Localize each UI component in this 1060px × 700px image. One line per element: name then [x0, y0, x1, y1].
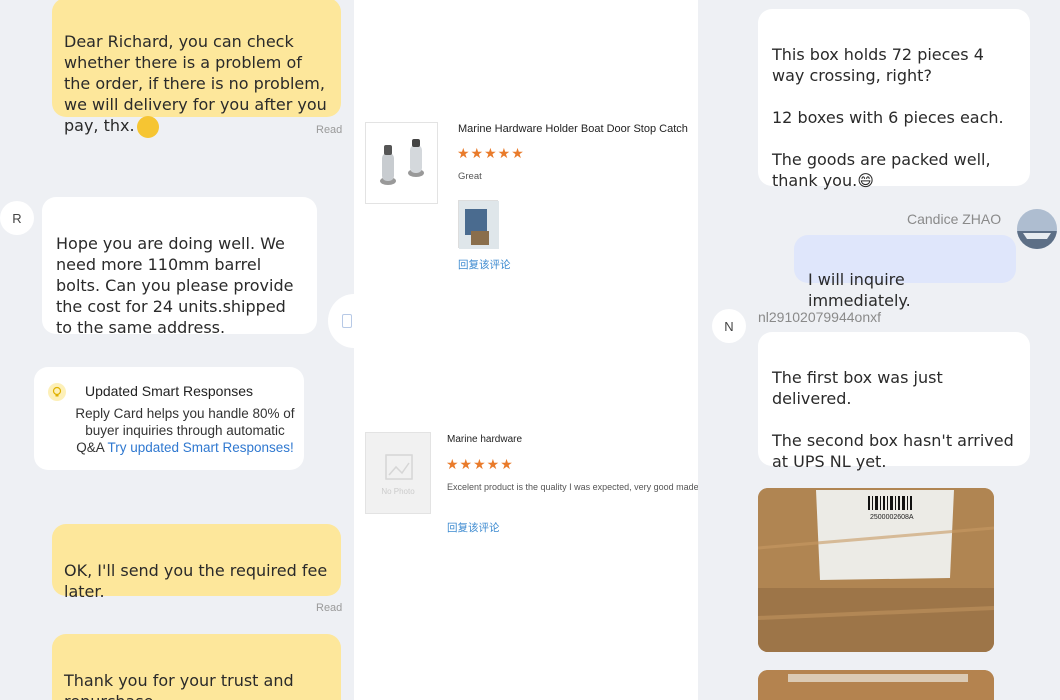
- package-label-code: 2500002608A: [870, 514, 914, 521]
- smirk-emoji-icon: [136, 115, 159, 138]
- avatar[interactable]: [1017, 209, 1057, 249]
- review-text: Great: [458, 171, 482, 182]
- avatar[interactable]: N: [712, 309, 746, 343]
- message-bubble-buyer: Hope you are doing well. We need more 11…: [42, 197, 317, 337]
- reviews-panel: Marine Hardware Holder Boat Door Stop Ca…: [354, 0, 698, 700]
- rating-stars: ★★★★★: [446, 456, 514, 472]
- message-text: Hope you are doing well. We need more 11…: [56, 234, 294, 337]
- message-bubble-seller: Dear Richard, you can check whether ther…: [52, 0, 341, 138]
- message-text: I will inquire immediately.: [808, 270, 911, 310]
- message-text: Thank you for your trust and repurchase.: [64, 671, 294, 700]
- left-chat-panel: Dear Richard, you can check whether ther…: [0, 0, 354, 700]
- try-smart-responses-link[interactable]: Try updated Smart Responses!: [107, 440, 293, 455]
- smart-responses-card[interactable]: Updated Smart Responses Reply Card helps…: [34, 367, 304, 470]
- message-text: This box holds 72 pieces 4 way crossing,…: [772, 45, 1004, 190]
- read-status: Read: [316, 124, 343, 136]
- package-photo[interactable]: 2500002608A: [758, 488, 994, 652]
- message-text: OK, I'll send you the required fee later…: [64, 561, 328, 601]
- sender-name: nl29102079944onxf: [758, 309, 882, 325]
- package-photo[interactable]: [758, 670, 994, 700]
- smart-responses-title: Updated Smart Responses: [84, 383, 254, 399]
- document-icon: [342, 314, 352, 328]
- sender-name: Candice ZHAO: [907, 211, 1002, 227]
- avatar[interactable]: R: [0, 201, 34, 235]
- smart-responses-body: Reply Card helps you handle 80% of buyer…: [74, 405, 296, 456]
- review-product-title[interactable]: Marine hardware: [447, 434, 522, 445]
- reply-review-link[interactable]: 回复该评论: [458, 257, 511, 272]
- review-text: Excelent product is the quality I was ex…: [447, 482, 698, 492]
- message-bubble-seller: OK, I'll send you the required fee later…: [52, 524, 341, 601]
- no-photo-label: No Photo: [381, 487, 415, 496]
- message-text: The first box was just delivered. The se…: [772, 368, 1014, 471]
- read-status: Read: [316, 602, 343, 614]
- message-text: Dear Richard, you can check whether ther…: [64, 32, 327, 135]
- message-bubble-seller: I will inquire immediately.: [794, 235, 1016, 310]
- message-bubble-buyer: This box holds 72 pieces 4 way crossing,…: [758, 9, 1030, 190]
- review-product-title[interactable]: Marine Hardware Holder Boat Door Stop Ca…: [458, 123, 688, 135]
- product-thumbnail[interactable]: [365, 122, 438, 204]
- reply-review-link[interactable]: 回复该评论: [447, 520, 500, 535]
- no-photo-thumbnail: No Photo: [365, 432, 431, 514]
- rating-stars: ★★★★★: [457, 145, 525, 161]
- message-bubble-seller: Thank you for your trust and repurchase.: [52, 634, 341, 700]
- review-photo[interactable]: [458, 200, 499, 249]
- message-bubble-buyer: The first box was just delivered. The se…: [758, 332, 1030, 471]
- right-chat-panel: This box holds 72 pieces 4 way crossing,…: [698, 0, 1060, 700]
